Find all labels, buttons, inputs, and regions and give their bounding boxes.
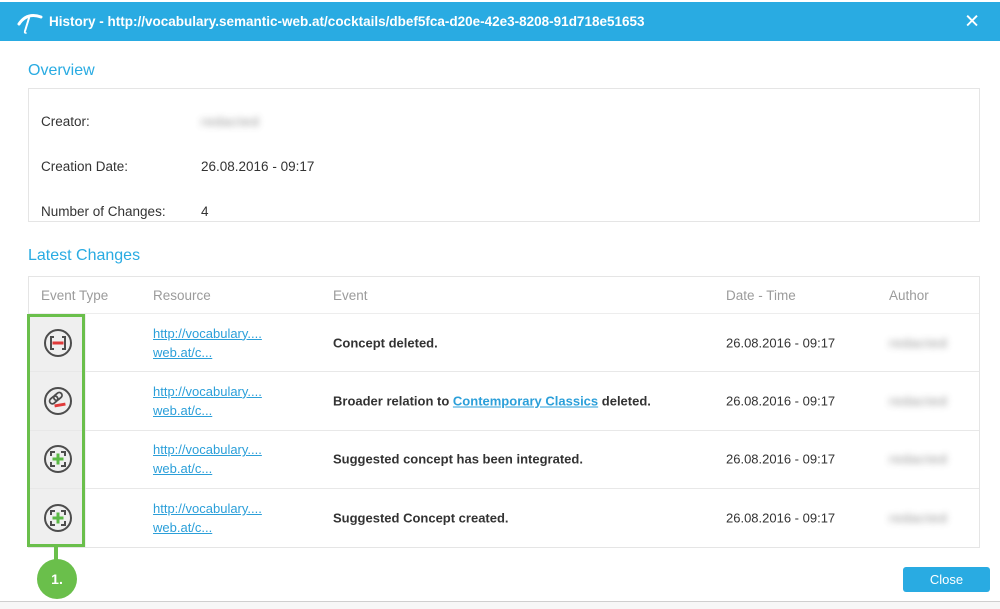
- number-of-changes-row: Number of Changes: 4: [29, 189, 979, 234]
- suggested-concept-integrated-icon: [43, 444, 73, 474]
- table-row: http://vocabulary.... web.at/c... Sugges…: [29, 489, 979, 547]
- creation-date-label: Creation Date:: [29, 159, 201, 174]
- overview-heading: Overview: [28, 62, 95, 80]
- resource-cell: http://vocabulary.... web.at/c...: [153, 499, 262, 537]
- resource-link[interactable]: http://vocabulary....: [153, 501, 262, 516]
- resource-cell: http://vocabulary.... web.at/c...: [153, 440, 262, 478]
- author-cell-redacted: redacted: [889, 452, 948, 467]
- column-header-author: Author: [889, 288, 929, 303]
- event-cell: Suggested Concept created.: [333, 511, 713, 526]
- author-cell-redacted: redacted: [889, 335, 948, 350]
- date-time-cell: 26.08.2016 - 09:17: [726, 511, 835, 526]
- overview-panel: Creator: redacted Creation Date: 26.08.2…: [28, 88, 980, 222]
- creator-row: Creator: redacted: [29, 99, 979, 144]
- column-header-event: Event: [333, 288, 368, 303]
- resource-link[interactable]: http://vocabulary....: [153, 384, 262, 399]
- dialog-close-icon[interactable]: ✕: [964, 12, 980, 31]
- column-header-date-time: Date - Time: [726, 288, 796, 303]
- concept-link[interactable]: Contemporary Classics: [453, 393, 598, 408]
- latest-changes-heading: Latest Changes: [28, 247, 140, 265]
- suggested-concept-created-icon: [43, 503, 73, 533]
- resource-link[interactable]: web.at/c...: [153, 403, 212, 418]
- close-button[interactable]: Close: [903, 567, 990, 592]
- creation-date-value: 26.08.2016 - 09:17: [201, 159, 314, 174]
- dialog-titlebar: History - http://vocabulary.semantic-web…: [0, 2, 1000, 41]
- resource-cell: http://vocabulary.... web.at/c...: [153, 382, 262, 420]
- table-row: http://vocabulary.... web.at/c... Broade…: [29, 372, 979, 430]
- event-type-cell: [29, 489, 86, 547]
- event-cell: Concept deleted.: [333, 335, 713, 350]
- event-type-cell: [29, 314, 86, 371]
- resource-link[interactable]: web.at/c...: [153, 461, 212, 476]
- event-type-cell: [29, 372, 86, 429]
- cocktail-umbrella-icon: [17, 9, 43, 35]
- event-cell: Broader relation to Contemporary Classic…: [333, 393, 713, 408]
- table-header-row: Event Type Resource Event Date - Time Au…: [29, 277, 979, 314]
- dialog-title: History - http://vocabulary.semantic-web…: [49, 14, 645, 29]
- creator-label: Creator:: [29, 114, 201, 129]
- date-time-cell: 26.08.2016 - 09:17: [726, 452, 835, 467]
- latest-changes-table: Event Type Resource Event Date - Time Au…: [28, 276, 980, 548]
- concept-deleted-icon: [43, 328, 73, 358]
- event-text: deleted.: [598, 393, 651, 408]
- resource-link[interactable]: web.at/c...: [153, 520, 212, 535]
- resource-cell: http://vocabulary.... web.at/c...: [153, 324, 262, 362]
- resource-link[interactable]: http://vocabulary....: [153, 326, 262, 341]
- date-time-cell: 26.08.2016 - 09:17: [726, 335, 835, 350]
- number-of-changes-label: Number of Changes:: [29, 204, 201, 219]
- dialog-bottom-edge: [0, 601, 1000, 609]
- creator-value-redacted: redacted: [201, 114, 260, 129]
- number-of-changes-value: 4: [201, 204, 209, 219]
- event-type-cell: [29, 431, 86, 488]
- resource-link[interactable]: web.at/c...: [153, 345, 212, 360]
- resource-link[interactable]: http://vocabulary....: [153, 442, 262, 457]
- event-cell: Suggested concept has been integrated.: [333, 452, 713, 467]
- author-cell-redacted: redacted: [889, 511, 948, 526]
- event-text: Broader relation to: [333, 393, 453, 408]
- broader-relation-deleted-icon: [43, 386, 73, 416]
- column-header-resource: Resource: [153, 288, 211, 303]
- annotation-step-badge: 1.: [37, 559, 77, 599]
- author-cell-redacted: redacted: [889, 393, 948, 408]
- column-header-event-type: Event Type: [41, 288, 108, 303]
- creation-date-row: Creation Date: 26.08.2016 - 09:17: [29, 144, 979, 189]
- table-row: http://vocabulary.... web.at/c... Sugges…: [29, 431, 979, 489]
- table-row: http://vocabulary.... web.at/c... Concep…: [29, 314, 979, 372]
- date-time-cell: 26.08.2016 - 09:17: [726, 393, 835, 408]
